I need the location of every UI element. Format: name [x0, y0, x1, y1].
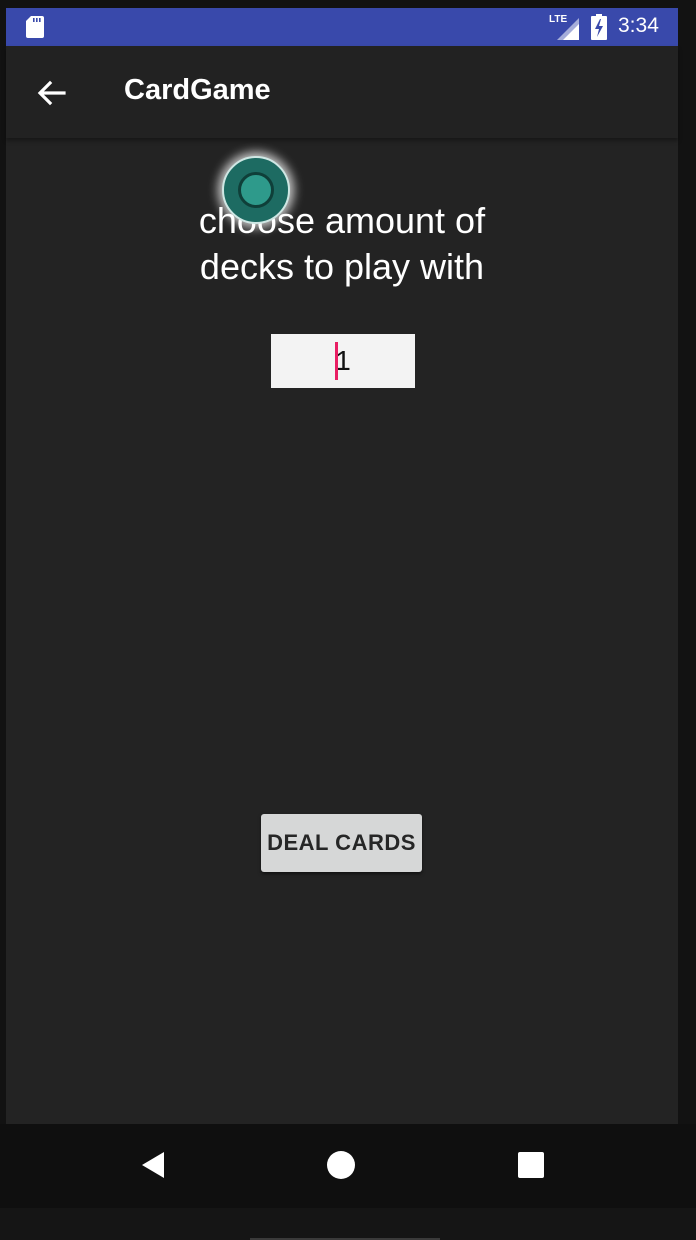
status-bar: LTE 3:34	[6, 8, 678, 46]
status-clock: 3:34	[618, 14, 659, 37]
deal-cards-button[interactable]: DEAL CARDS	[261, 814, 422, 872]
deck-count-input[interactable]	[271, 334, 415, 388]
device-frame: LTE 3:34 CardGame choose amount of decks…	[0, 0, 696, 1240]
battery-charging-icon	[591, 14, 607, 40]
deck-prompt-line-2: decks to play with	[199, 246, 485, 287]
nav-recents-icon[interactable]	[518, 1152, 544, 1178]
network-type-label: LTE	[549, 14, 568, 25]
app-screen: LTE 3:34 CardGame choose amount of decks…	[6, 8, 678, 1124]
deck-prompt: choose amount of decks to play with	[6, 198, 678, 290]
nav-back-icon[interactable]	[140, 1150, 166, 1180]
device-bottom-bezel	[0, 1208, 696, 1240]
touch-indicator-icon	[222, 156, 290, 224]
text-cursor	[335, 342, 338, 380]
navigation-bar	[0, 1124, 696, 1208]
arrow-back-icon[interactable]	[34, 76, 68, 110]
sd-card-icon	[26, 16, 44, 38]
nav-home-icon[interactable]	[327, 1151, 355, 1179]
app-title: CardGame	[124, 74, 271, 106]
touch-indicator-center	[238, 172, 274, 208]
app-bar: CardGame	[6, 46, 678, 138]
deck-prompt-line-1: choose amount of	[198, 200, 486, 241]
